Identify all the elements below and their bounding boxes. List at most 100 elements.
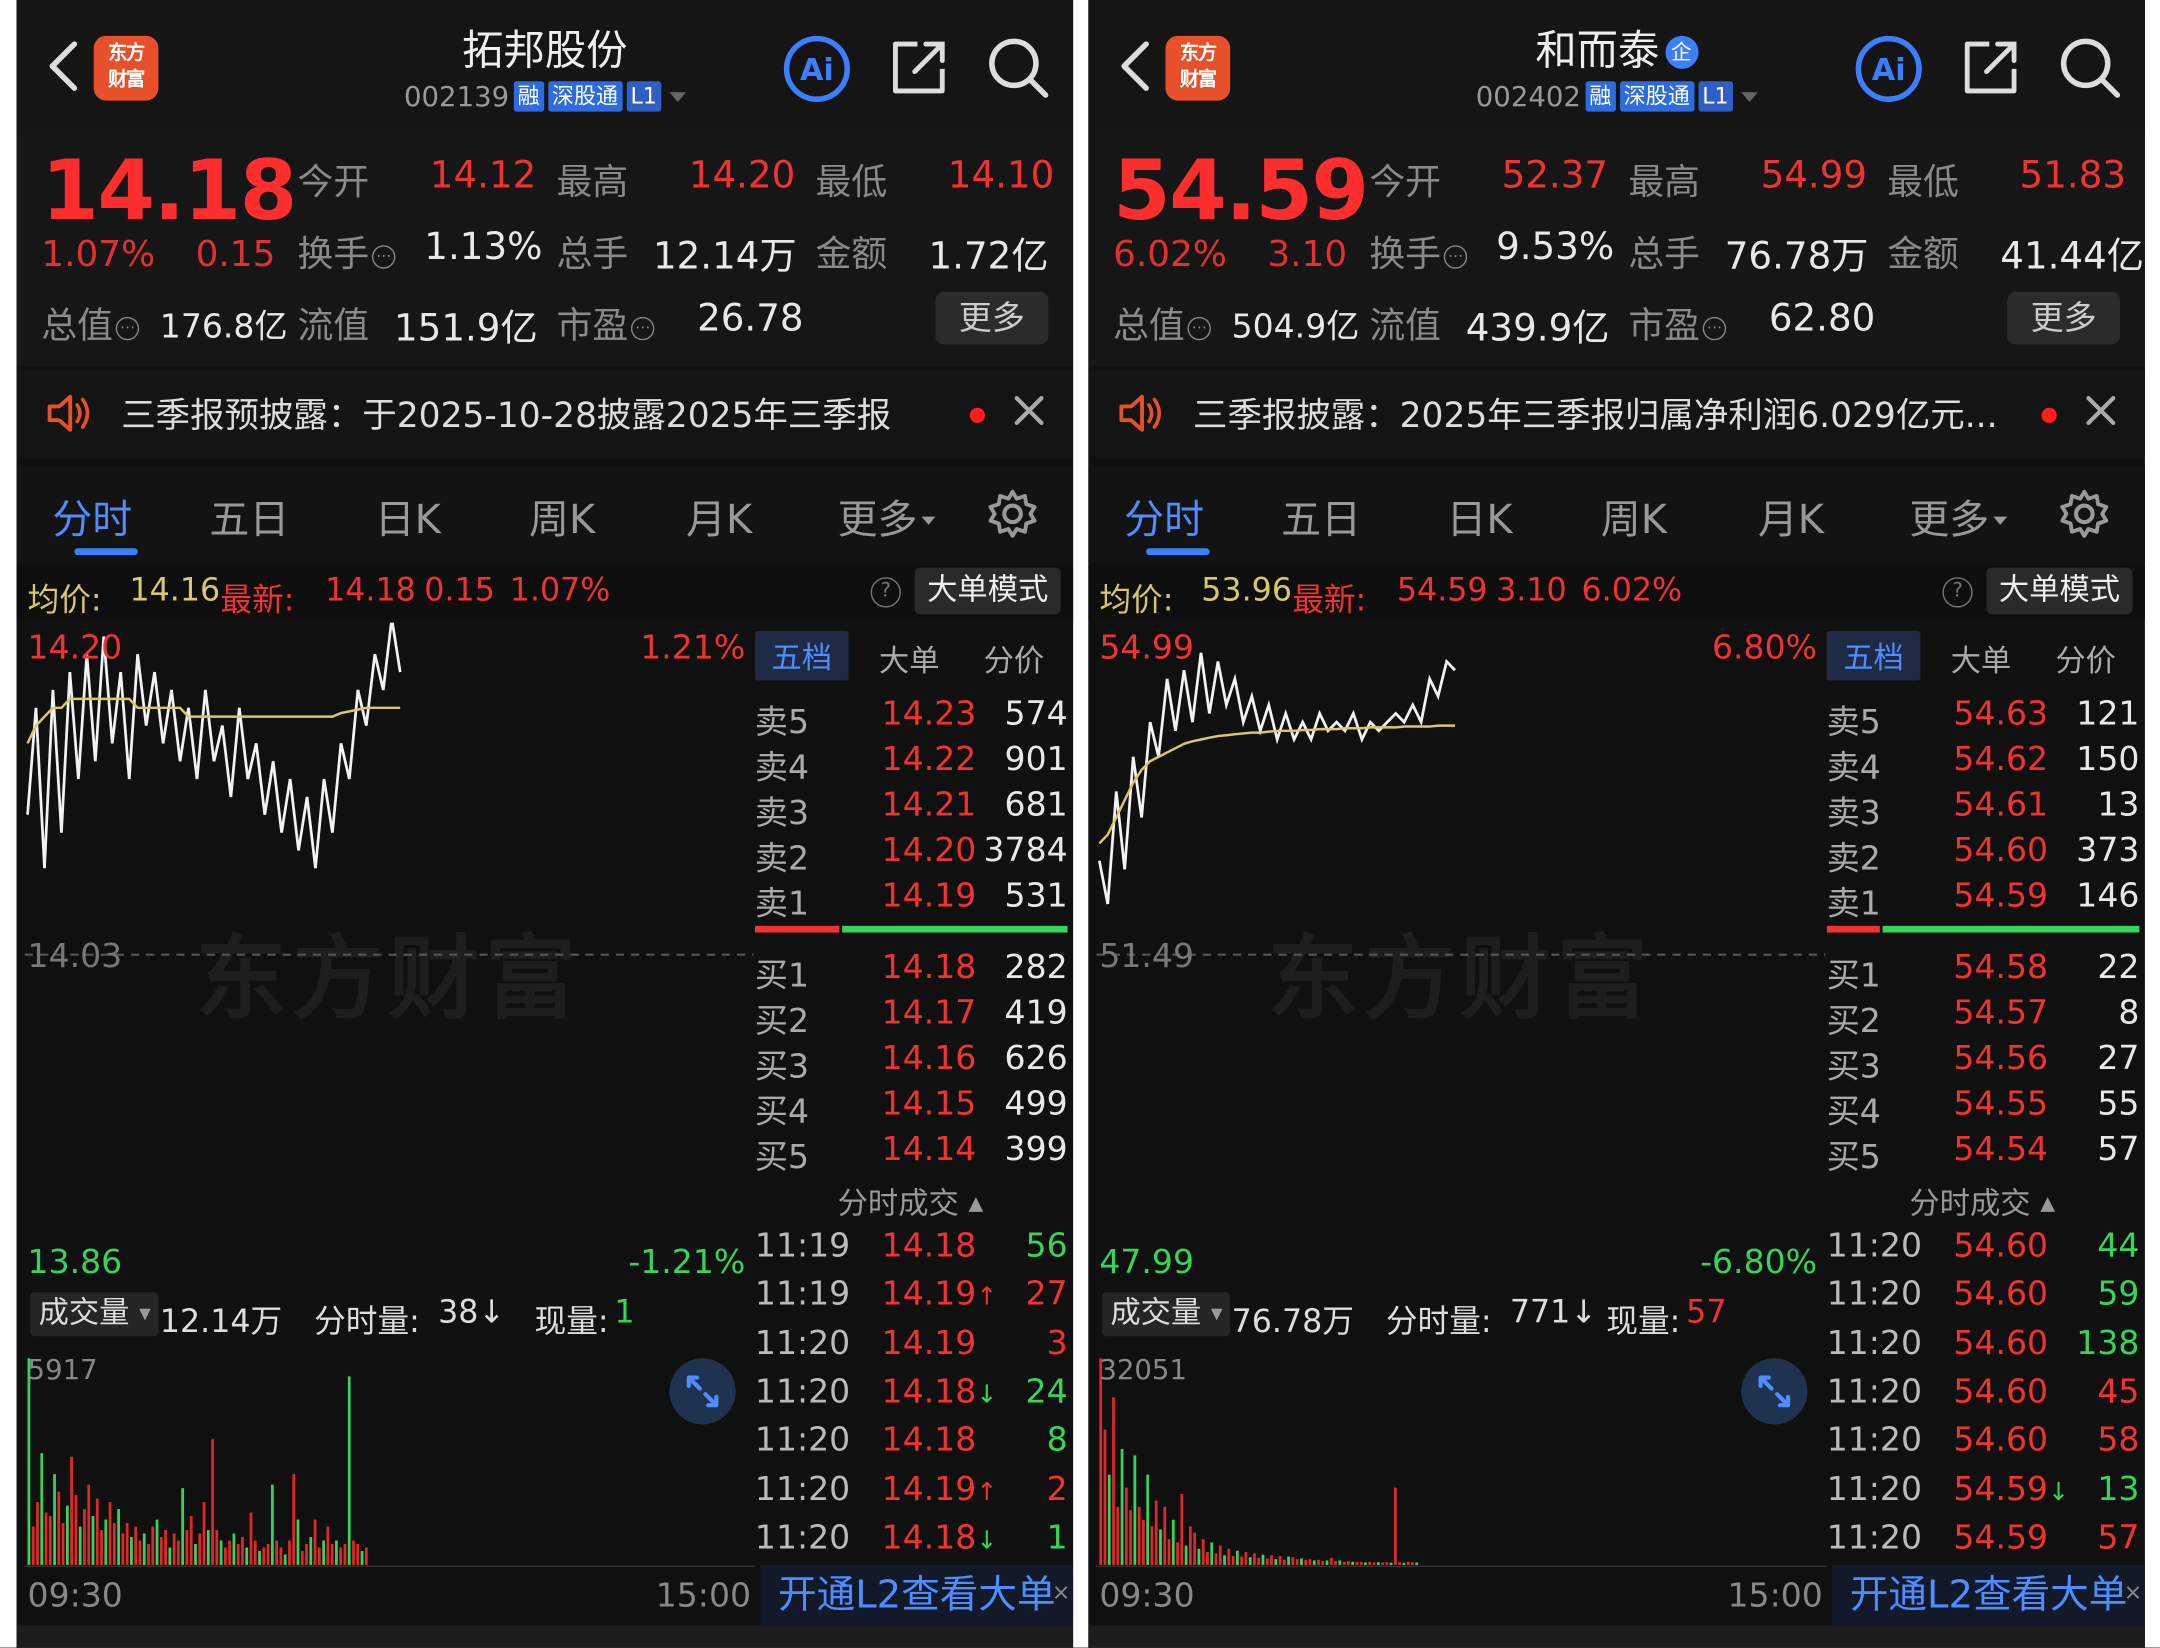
turnover-label[interactable]: 换手 ⋯ xyxy=(298,226,396,277)
ask-row[interactable]: 卖5 14.23 574 xyxy=(755,694,1073,741)
tab-more[interactable]: 更多 xyxy=(1909,488,2008,546)
ask-row[interactable]: 卖3 54.61 13 xyxy=(1827,785,2145,832)
settings-gear-icon[interactable] xyxy=(986,488,1038,540)
bottom-bar xyxy=(16,1625,1074,1648)
volume-indicator-select[interactable]: 成交量 ▼ xyxy=(1102,1292,1231,1337)
tab-intraday[interactable]: 分时 xyxy=(52,488,132,546)
close-icon[interactable] xyxy=(1011,393,1047,429)
tab-daily-k[interactable]: 日K xyxy=(1446,488,1512,546)
info-icon: ⋯ xyxy=(1187,316,1211,341)
turnover-label[interactable]: 换手 ⋯ xyxy=(1369,226,1468,277)
tab-five-day[interactable]: 五日 xyxy=(1281,488,1361,546)
ask-row[interactable]: 卖2 14.20 3784 xyxy=(755,831,1073,878)
tab-monthly-k[interactable]: 月K xyxy=(686,488,752,546)
tab-daily-k[interactable]: 日K xyxy=(375,488,441,546)
big-order-mode-button[interactable]: 大单模式 xyxy=(914,567,1061,615)
bid-row[interactable]: 买5 54.54 57 xyxy=(1827,1129,2145,1177)
share-icon[interactable] xyxy=(887,36,950,99)
close-icon[interactable] xyxy=(2083,393,2119,429)
volume-bar xyxy=(1133,1455,1137,1565)
ask-row[interactable]: 卖1 14.19 531 xyxy=(755,876,1073,923)
bid-row[interactable]: 买3 14.16 626 xyxy=(755,1039,1073,1086)
trade-row: 11:20 54.59↓ 13 xyxy=(1827,1469,2145,1517)
pe-label[interactable]: 市盈 ⋯ xyxy=(557,298,655,349)
level-price: 54.58 xyxy=(1953,947,2049,987)
bid-row[interactable]: 买1 14.18 282 xyxy=(755,948,1073,995)
more-stats-button[interactable]: 更多 xyxy=(935,292,1049,345)
volume-bar xyxy=(185,1530,189,1565)
volume-bar xyxy=(1355,1561,1359,1565)
trade-row: 11:20 14.19 3 xyxy=(755,1323,1073,1371)
volume-indicator-select[interactable]: 成交量 ▼ xyxy=(30,1292,160,1337)
volume-bar xyxy=(1223,1555,1226,1565)
more-stats-button[interactable]: 更多 xyxy=(2007,292,2121,345)
bid-row[interactable]: 买1 54.58 22 xyxy=(1827,947,2145,995)
search-icon[interactable] xyxy=(984,33,1053,102)
volume-bar xyxy=(249,1512,253,1565)
trades-header[interactable]: 分时成交 ▲ xyxy=(1909,1179,2055,1223)
upgrade-l2-banner[interactable]: 开通L2查看大单 × xyxy=(1832,1562,2145,1626)
big-order-mode-button[interactable]: 大单模式 xyxy=(1986,567,2133,615)
help-icon[interactable]: ? xyxy=(1942,577,1973,608)
volume-chart[interactable]: 5917 xyxy=(17,1347,755,1568)
volume-chart[interactable]: 32051 xyxy=(1088,1347,1827,1568)
announcement-bar[interactable]: 三季报预披露：于2025-10-28披露2025年三季报 xyxy=(16,369,1074,458)
tab-price-dist[interactable]: 分价 xyxy=(984,636,1045,680)
ask-row[interactable]: 卖2 54.60 373 xyxy=(1827,831,2145,878)
mktcap-label[interactable]: 总值 ⋯ xyxy=(1113,298,1211,349)
ask-row[interactable]: 卖1 54.59 146 xyxy=(1827,876,2145,923)
level-price: 54.56 xyxy=(1953,1038,2049,1078)
announcement-bar[interactable]: 三季报披露：2025年三季报归属净利润6.029亿元... xyxy=(1088,369,2145,458)
tab-weekly-k[interactable]: 周K xyxy=(529,488,595,546)
fullscreen-expand-icon[interactable] xyxy=(669,1358,736,1425)
settings-gear-icon[interactable] xyxy=(2058,488,2110,540)
tab-monthly-k[interactable]: 月K xyxy=(1758,488,1824,546)
close-banner-icon[interactable]: × xyxy=(1052,1562,1070,1623)
tab-five-levels[interactable]: 五档 xyxy=(1826,630,1921,681)
volume-bar xyxy=(172,1533,176,1565)
ask-row[interactable]: 卖4 54.62 150 xyxy=(1827,740,2145,787)
tab-big-orders[interactable]: 大单 xyxy=(879,636,940,680)
intraday-chart[interactable]: 东方财富 14.20 1.21% 14.03 13.86 -1.21% xyxy=(17,622,754,1284)
fullscreen-expand-icon[interactable] xyxy=(1741,1358,1808,1425)
upgrade-l2-banner[interactable]: 开通L2查看大单 × xyxy=(760,1562,1074,1626)
avg-value: 14.16 xyxy=(129,573,221,609)
ask-row[interactable]: 卖3 14.21 681 xyxy=(755,785,1073,832)
tab-intraday[interactable]: 分时 xyxy=(1124,488,1204,546)
level-volume: 399 xyxy=(1004,1129,1068,1169)
tab-big-orders[interactable]: 大单 xyxy=(1951,636,2012,680)
bid-row[interactable]: 买3 54.56 27 xyxy=(1827,1038,2145,1086)
bid-row[interactable]: 买4 54.55 55 xyxy=(1827,1084,2145,1131)
ask-row[interactable]: 卖4 14.22 901 xyxy=(755,740,1073,787)
volume-bar xyxy=(117,1509,120,1565)
trade-volume: 57 xyxy=(2097,1517,2140,1557)
tick-volume-value: 771↓ xyxy=(1509,1294,1597,1331)
volume-bar xyxy=(181,1488,185,1565)
trades-header[interactable]: 分时成交 ▲ xyxy=(838,1179,984,1223)
search-icon[interactable] xyxy=(2055,33,2124,102)
tab-more[interactable]: 更多 xyxy=(838,488,936,546)
trade-time: 11:19 xyxy=(754,1226,851,1265)
pe-label[interactable]: 市盈 ⋯ xyxy=(1628,298,1727,349)
bid-row[interactable]: 买4 14.15 499 xyxy=(755,1084,1073,1131)
mktcap-label[interactable]: 总值 ⋯ xyxy=(41,298,140,349)
bid-row[interactable]: 买5 14.14 399 xyxy=(755,1129,1073,1177)
tab-five-levels[interactable]: 五档 xyxy=(754,630,849,681)
bid-row[interactable]: 买2 14.17 419 xyxy=(755,993,1073,1040)
tab-weekly-k[interactable]: 周K xyxy=(1601,488,1667,546)
open-label: 今开 xyxy=(1369,162,1441,204)
tab-price-dist[interactable]: 分价 xyxy=(2055,636,2116,680)
tab-five-day[interactable]: 五日 xyxy=(209,488,289,546)
ai-assistant-icon[interactable]: Ai xyxy=(1853,33,1925,105)
mktcap-value: 504.9亿 xyxy=(1231,307,1360,346)
bid-row[interactable]: 买2 54.57 8 xyxy=(1827,993,2145,1040)
stock-code: 002402 xyxy=(1475,79,1581,113)
level-price: 54.54 xyxy=(1953,1129,2049,1169)
ai-assistant-icon[interactable]: Ai xyxy=(781,33,853,105)
amount-value: 1.72亿 xyxy=(928,235,1049,279)
ask-row[interactable]: 卖5 54.63 121 xyxy=(1827,694,2145,741)
share-icon[interactable] xyxy=(1959,36,2022,99)
intraday-chart[interactable]: 东方财富 54.99 6.80% 51.49 47.99 -6.80% xyxy=(1088,623,1826,1284)
help-icon[interactable]: ? xyxy=(870,577,901,608)
close-banner-icon[interactable]: × xyxy=(2124,1562,2142,1623)
